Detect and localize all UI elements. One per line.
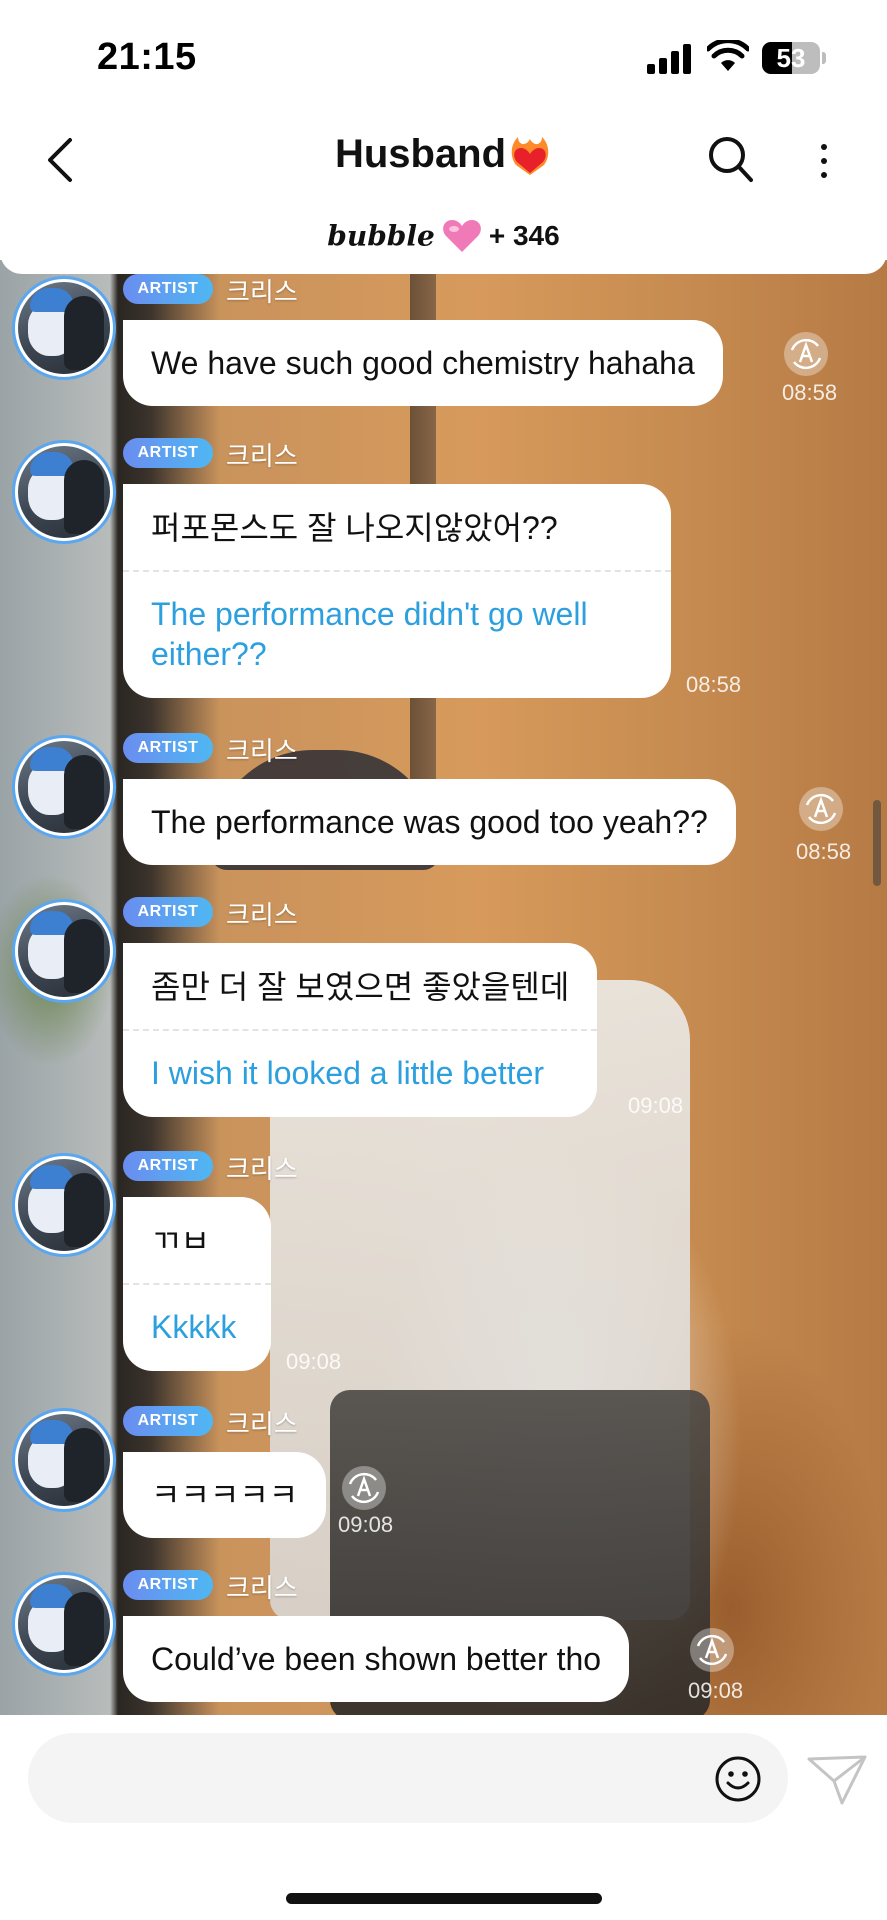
message-bubble[interactable]: Could’ve been shown better tho xyxy=(123,1616,630,1702)
sender-name: 크리스 xyxy=(226,737,298,767)
sender-name: 크리스 xyxy=(226,1410,298,1440)
artist-badge: ARTIST xyxy=(123,438,213,468)
subscriber-count: + 346 xyxy=(488,220,560,251)
battery-icon: 53 xyxy=(762,42,820,74)
cellular-signal-icon xyxy=(647,44,691,74)
artist-badge: ARTIST xyxy=(123,1570,213,1600)
auto-translate-icon[interactable] xyxy=(690,1628,734,1672)
auto-translate-icon[interactable] xyxy=(342,1466,386,1510)
status-time: 21:15 xyxy=(97,36,197,78)
message-time: 09:08 xyxy=(286,1349,342,1374)
auto-translate-icon[interactable] xyxy=(799,787,843,831)
message-bubble[interactable]: We have such good chemistry hahaha xyxy=(123,320,723,406)
sender-name: 크리스 xyxy=(226,1574,298,1604)
message-time: 09:08 xyxy=(688,1678,744,1703)
sender-name: 크리스 xyxy=(226,901,298,931)
avatar[interactable] xyxy=(12,440,116,544)
sender-name: 크리스 xyxy=(226,1155,298,1185)
message-time: 08:58 xyxy=(782,380,838,405)
avatar[interactable] xyxy=(12,1572,116,1676)
message-bubble[interactable]: The performance was good too yeah?? xyxy=(123,779,736,865)
message-composer xyxy=(0,1715,887,1920)
message-original-text: 좀만 더 잘 보였으면 좋았을텐데 xyxy=(151,969,570,1005)
message-translation-text: I wish it looked a little better xyxy=(151,1055,545,1091)
avatar[interactable] xyxy=(12,899,116,1003)
home-indicator[interactable] xyxy=(286,1893,602,1904)
artist-badge: ARTIST xyxy=(123,274,213,304)
artist-badge: ARTIST xyxy=(123,897,213,927)
message-time: 09:08 xyxy=(338,1512,394,1537)
sender-name: 크리스 xyxy=(226,278,298,308)
message-time: 08:58 xyxy=(686,672,742,697)
message-translation-text: The performance didn't go well either?? xyxy=(151,596,588,672)
message-bubble[interactable]: 좀만 더 잘 보였으면 좋았을텐데 I wish it looked a lit… xyxy=(123,943,598,1117)
avatar[interactable] xyxy=(12,735,116,839)
message-time: 08:58 xyxy=(796,839,852,864)
scrollbar[interactable] xyxy=(873,800,881,886)
artist-badge: ARTIST xyxy=(123,1406,213,1436)
avatar[interactable] xyxy=(12,1408,116,1512)
sender-name: 크리스 xyxy=(226,442,298,472)
subscription-info: bubble + 346 xyxy=(0,218,887,254)
message-original-text: 퍼포몬스도 잘 나오지않았어?? xyxy=(151,510,558,546)
artist-badge: ARTIST xyxy=(123,733,213,763)
message-input[interactable] xyxy=(28,1733,788,1823)
battery-level: 53 xyxy=(776,43,806,73)
smiley-icon[interactable] xyxy=(714,1755,762,1803)
heart-on-fire-icon xyxy=(511,136,549,175)
message-original-text: ㄲㅂ xyxy=(151,1223,210,1259)
bubble-brand-logo: bubble xyxy=(327,219,435,253)
message-bubble[interactable]: ㄲㅂ Kkkkk xyxy=(123,1197,271,1371)
paper-plane-icon[interactable] xyxy=(806,1753,868,1807)
more-options-button[interactable] xyxy=(810,136,840,184)
message-translation-text: Kkkkk xyxy=(151,1309,237,1345)
status-bar: 21:15 53 xyxy=(0,0,887,118)
artist-badge: ARTIST xyxy=(123,1151,213,1181)
message-bubble[interactable]: 퍼포몬스도 잘 나오지않았어?? The performance didn't … xyxy=(123,484,671,698)
pink-heart-icon xyxy=(442,220,481,252)
message-time: 09:08 xyxy=(628,1093,684,1118)
chat-title: Husband xyxy=(334,132,507,176)
avatar[interactable] xyxy=(12,1153,116,1257)
auto-translate-icon[interactable] xyxy=(784,332,828,376)
wifi-icon xyxy=(707,40,749,71)
avatar[interactable] xyxy=(12,276,116,380)
chat-header: Husband bubble + 346 xyxy=(0,118,887,274)
search-button[interactable] xyxy=(706,134,754,184)
message-bubble[interactable]: ㅋㅋㅋㅋㅋ xyxy=(123,1452,327,1538)
battery-tip xyxy=(822,52,826,64)
